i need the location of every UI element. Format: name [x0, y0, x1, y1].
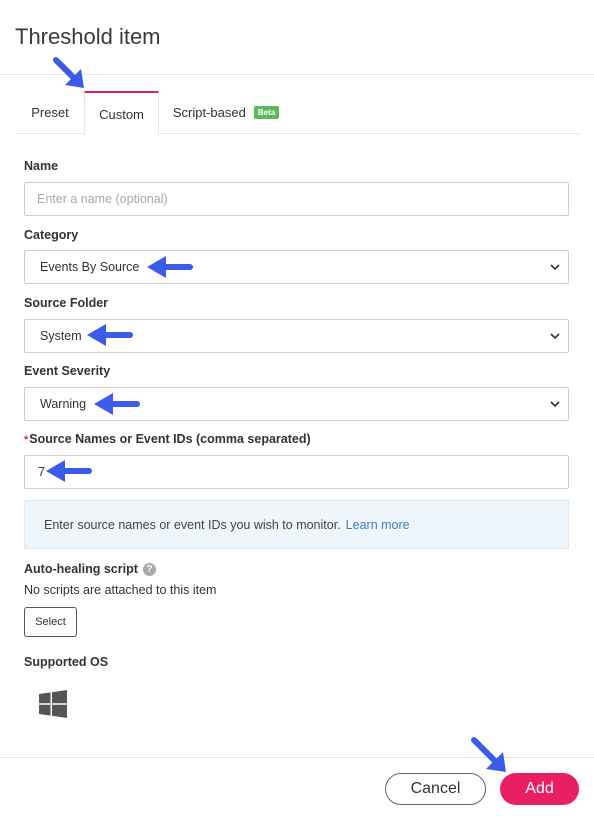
- help-icon[interactable]: ?: [142, 563, 156, 576]
- tab-preset-label: Preset: [31, 105, 69, 120]
- required-asterisk: *: [24, 434, 29, 446]
- annotation-arrow-icon: [471, 737, 506, 772]
- source-folder-value: System: [40, 329, 82, 343]
- source-folder-label: Source Folder: [24, 296, 109, 310]
- tab-custom-label: Custom: [99, 106, 144, 122]
- source-names-input[interactable]: 7: [24, 455, 569, 489]
- tab-script-based-label: Script-based: [172, 105, 246, 120]
- event-severity-value: Warning: [40, 397, 87, 411]
- category-select[interactable]: Events By Source: [24, 250, 569, 284]
- auto-healing-label-text: Auto-healing script: [24, 562, 138, 576]
- dialog-title: Threshold item: [15, 24, 161, 49]
- event-severity-select[interactable]: Warning: [24, 387, 569, 421]
- info-banner: Enter source names or event IDs you wish…: [24, 500, 569, 549]
- source-names-label: *Source Names or Event IDs (comma separa…: [24, 432, 311, 446]
- tab-bar: Preset Custom Script-based Beta: [16, 91, 580, 135]
- category-label: Category: [24, 228, 79, 242]
- auto-healing-label: Auto-healing script?: [24, 562, 156, 576]
- windows-icon: [39, 690, 67, 718]
- category-value: Events By Source: [40, 260, 140, 274]
- no-scripts-text: No scripts are attached to this item: [24, 583, 217, 597]
- source-folder-select[interactable]: System: [24, 319, 569, 353]
- tab-custom[interactable]: Custom: [84, 91, 159, 135]
- supported-os-label: Supported OS: [24, 655, 109, 669]
- tab-preset[interactable]: Preset: [16, 91, 84, 134]
- beta-badge: Beta: [253, 106, 280, 119]
- tab-script-based[interactable]: Script-based Beta: [159, 91, 293, 134]
- cancel-button[interactable]: Cancel: [385, 773, 486, 805]
- event-severity-label: Event Severity: [24, 364, 111, 378]
- source-names-value: 7: [38, 465, 45, 479]
- name-input[interactable]: Enter a name (optional): [24, 182, 569, 216]
- add-button[interactable]: Add: [500, 773, 579, 805]
- chevron-down-icon: [550, 401, 560, 408]
- source-names-label-text: Source Names or Event IDs (comma separat…: [29, 432, 311, 446]
- name-placeholder: Enter a name (optional): [37, 192, 168, 206]
- chevron-down-icon: [550, 264, 560, 271]
- header-divider: [0, 74, 594, 75]
- footer-divider: [0, 757, 594, 758]
- name-label: Name: [24, 159, 59, 173]
- select-script-button[interactable]: Select: [24, 607, 77, 637]
- annotation-arrow-icon: [53, 57, 84, 88]
- learn-more-link[interactable]: Learn more: [346, 518, 410, 532]
- chevron-down-icon: [550, 333, 560, 340]
- info-text: Enter source names or event IDs you wish…: [44, 517, 341, 532]
